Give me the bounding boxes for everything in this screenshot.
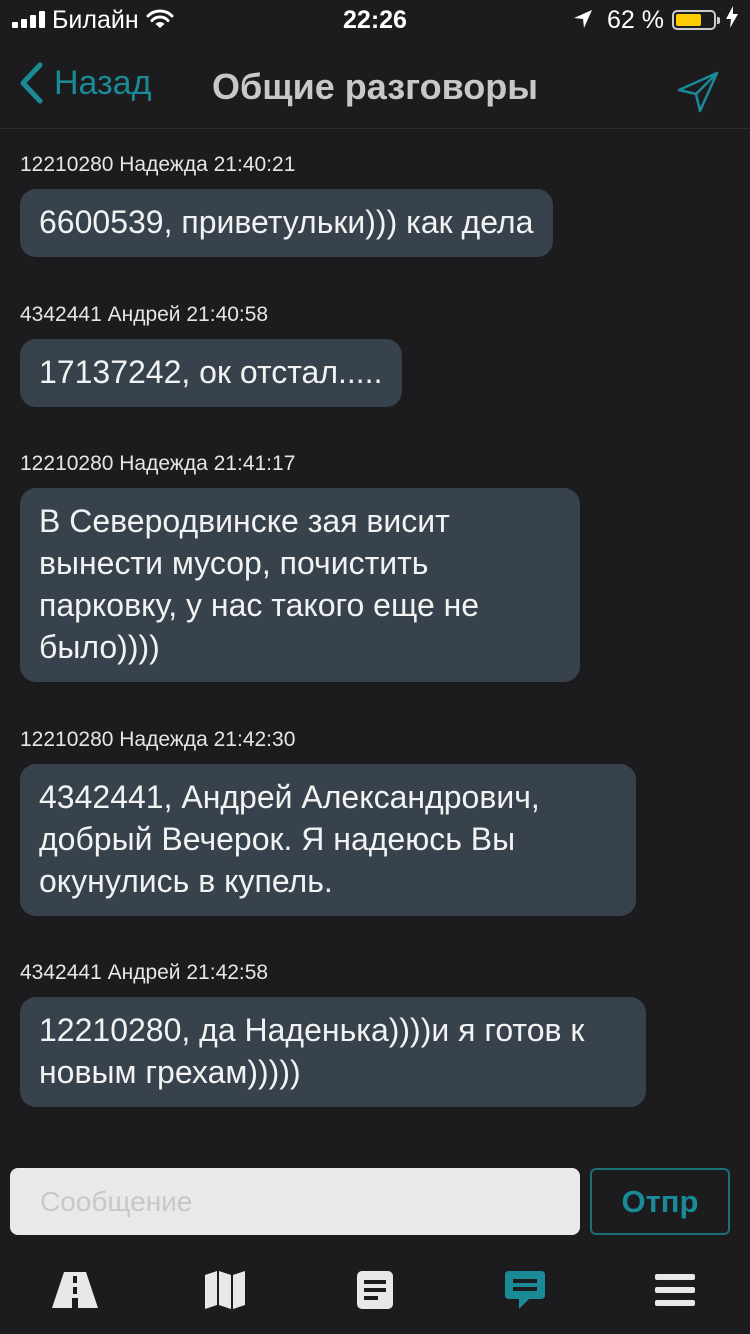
message-bubble[interactable]: 17137242, ок отстал.....: [20, 339, 403, 407]
message-input[interactable]: [10, 1168, 580, 1235]
road-icon: [52, 1272, 98, 1308]
message-bubble[interactable]: 4342441, Андрей Александрович, добрый Ве…: [20, 764, 636, 916]
tab-map[interactable]: [200, 1268, 250, 1312]
message-meta: 4342441 Андрей 21:42:58: [20, 961, 269, 984]
message: 12210280 Надежда 21:42:30 4342441, Андре…: [20, 726, 636, 916]
message-bubble[interactable]: В Северодвинске зая висит вынести мусор,…: [20, 488, 580, 682]
message: 12210280 Надежда 21:41:17 В Северодвинск…: [20, 450, 580, 682]
message: 12210280 Надежда 21:40:21 6600539, приве…: [20, 151, 554, 257]
menu-icon: [655, 1274, 695, 1306]
tab-menu[interactable]: [650, 1268, 700, 1312]
message: 4342441 Андрей 21:40:58 17137242, ок отс…: [20, 301, 403, 407]
tab-chat[interactable]: [500, 1268, 550, 1312]
message-bubble[interactable]: 12210280, да Наденька))))и я готов к нов…: [20, 997, 646, 1107]
map-icon: [205, 1271, 245, 1309]
battery-icon: [672, 10, 720, 30]
tab-road[interactable]: [50, 1268, 100, 1312]
message-meta: 12210280 Надежда 21:41:17: [20, 452, 296, 475]
charging-bolt-icon: [726, 6, 738, 34]
message-meta: 4342441 Андрей 21:40:58: [20, 303, 269, 326]
message-meta: 12210280 Надежда 21:42:30: [20, 728, 296, 751]
chat-icon: [505, 1271, 545, 1309]
document-icon: [357, 1271, 393, 1309]
tab-documents[interactable]: [350, 1268, 400, 1312]
page-title: Общие разговоры: [211, 66, 538, 107]
message-bubble[interactable]: 6600539, приветульки))) как дела: [20, 189, 554, 257]
battery-percent: 62 %: [607, 6, 664, 34]
message-list[interactable]: 12210280 Надежда 21:40:21 6600539, приве…: [0, 129, 750, 1155]
paper-plane-icon[interactable]: [676, 70, 720, 119]
tab-bar: [0, 1250, 750, 1334]
composer: Отпр: [0, 1155, 750, 1250]
message: 4342441 Андрей 21:42:58 12210280, да Над…: [20, 959, 646, 1107]
status-bar: Билайн 22:26 62 %: [0, 0, 750, 40]
send-button[interactable]: Отпр: [590, 1168, 730, 1235]
navigation-bar: Назад Общие разговоры: [0, 40, 750, 129]
message-meta: 12210280 Надежда 21:40:21: [20, 153, 296, 176]
location-arrow-icon: [572, 8, 594, 37]
